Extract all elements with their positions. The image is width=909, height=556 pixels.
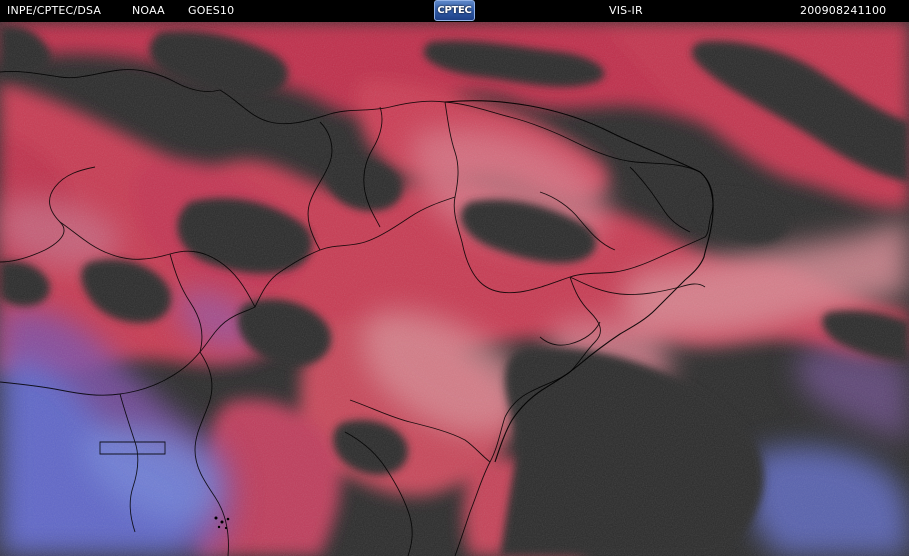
logo-text: CPTEC: [437, 5, 472, 16]
source-label: INPE/CPTEC/DSA: [7, 4, 102, 17]
header-bar: INPE/CPTEC/DSA NOAA GOES10 CPTEC VIS-IR …: [0, 0, 909, 22]
satellite-label: GOES10: [188, 4, 235, 17]
timestamp-label: 200908241100: [800, 4, 887, 17]
agency-label: NOAA: [132, 4, 165, 17]
channel-label: VIS-IR: [609, 4, 643, 17]
satellite-image-frame: INPE/CPTEC/DSA NOAA GOES10 CPTEC VIS-IR …: [0, 0, 909, 556]
satellite-imagery: [0, 22, 909, 556]
cptec-logo: CPTEC: [434, 0, 475, 21]
